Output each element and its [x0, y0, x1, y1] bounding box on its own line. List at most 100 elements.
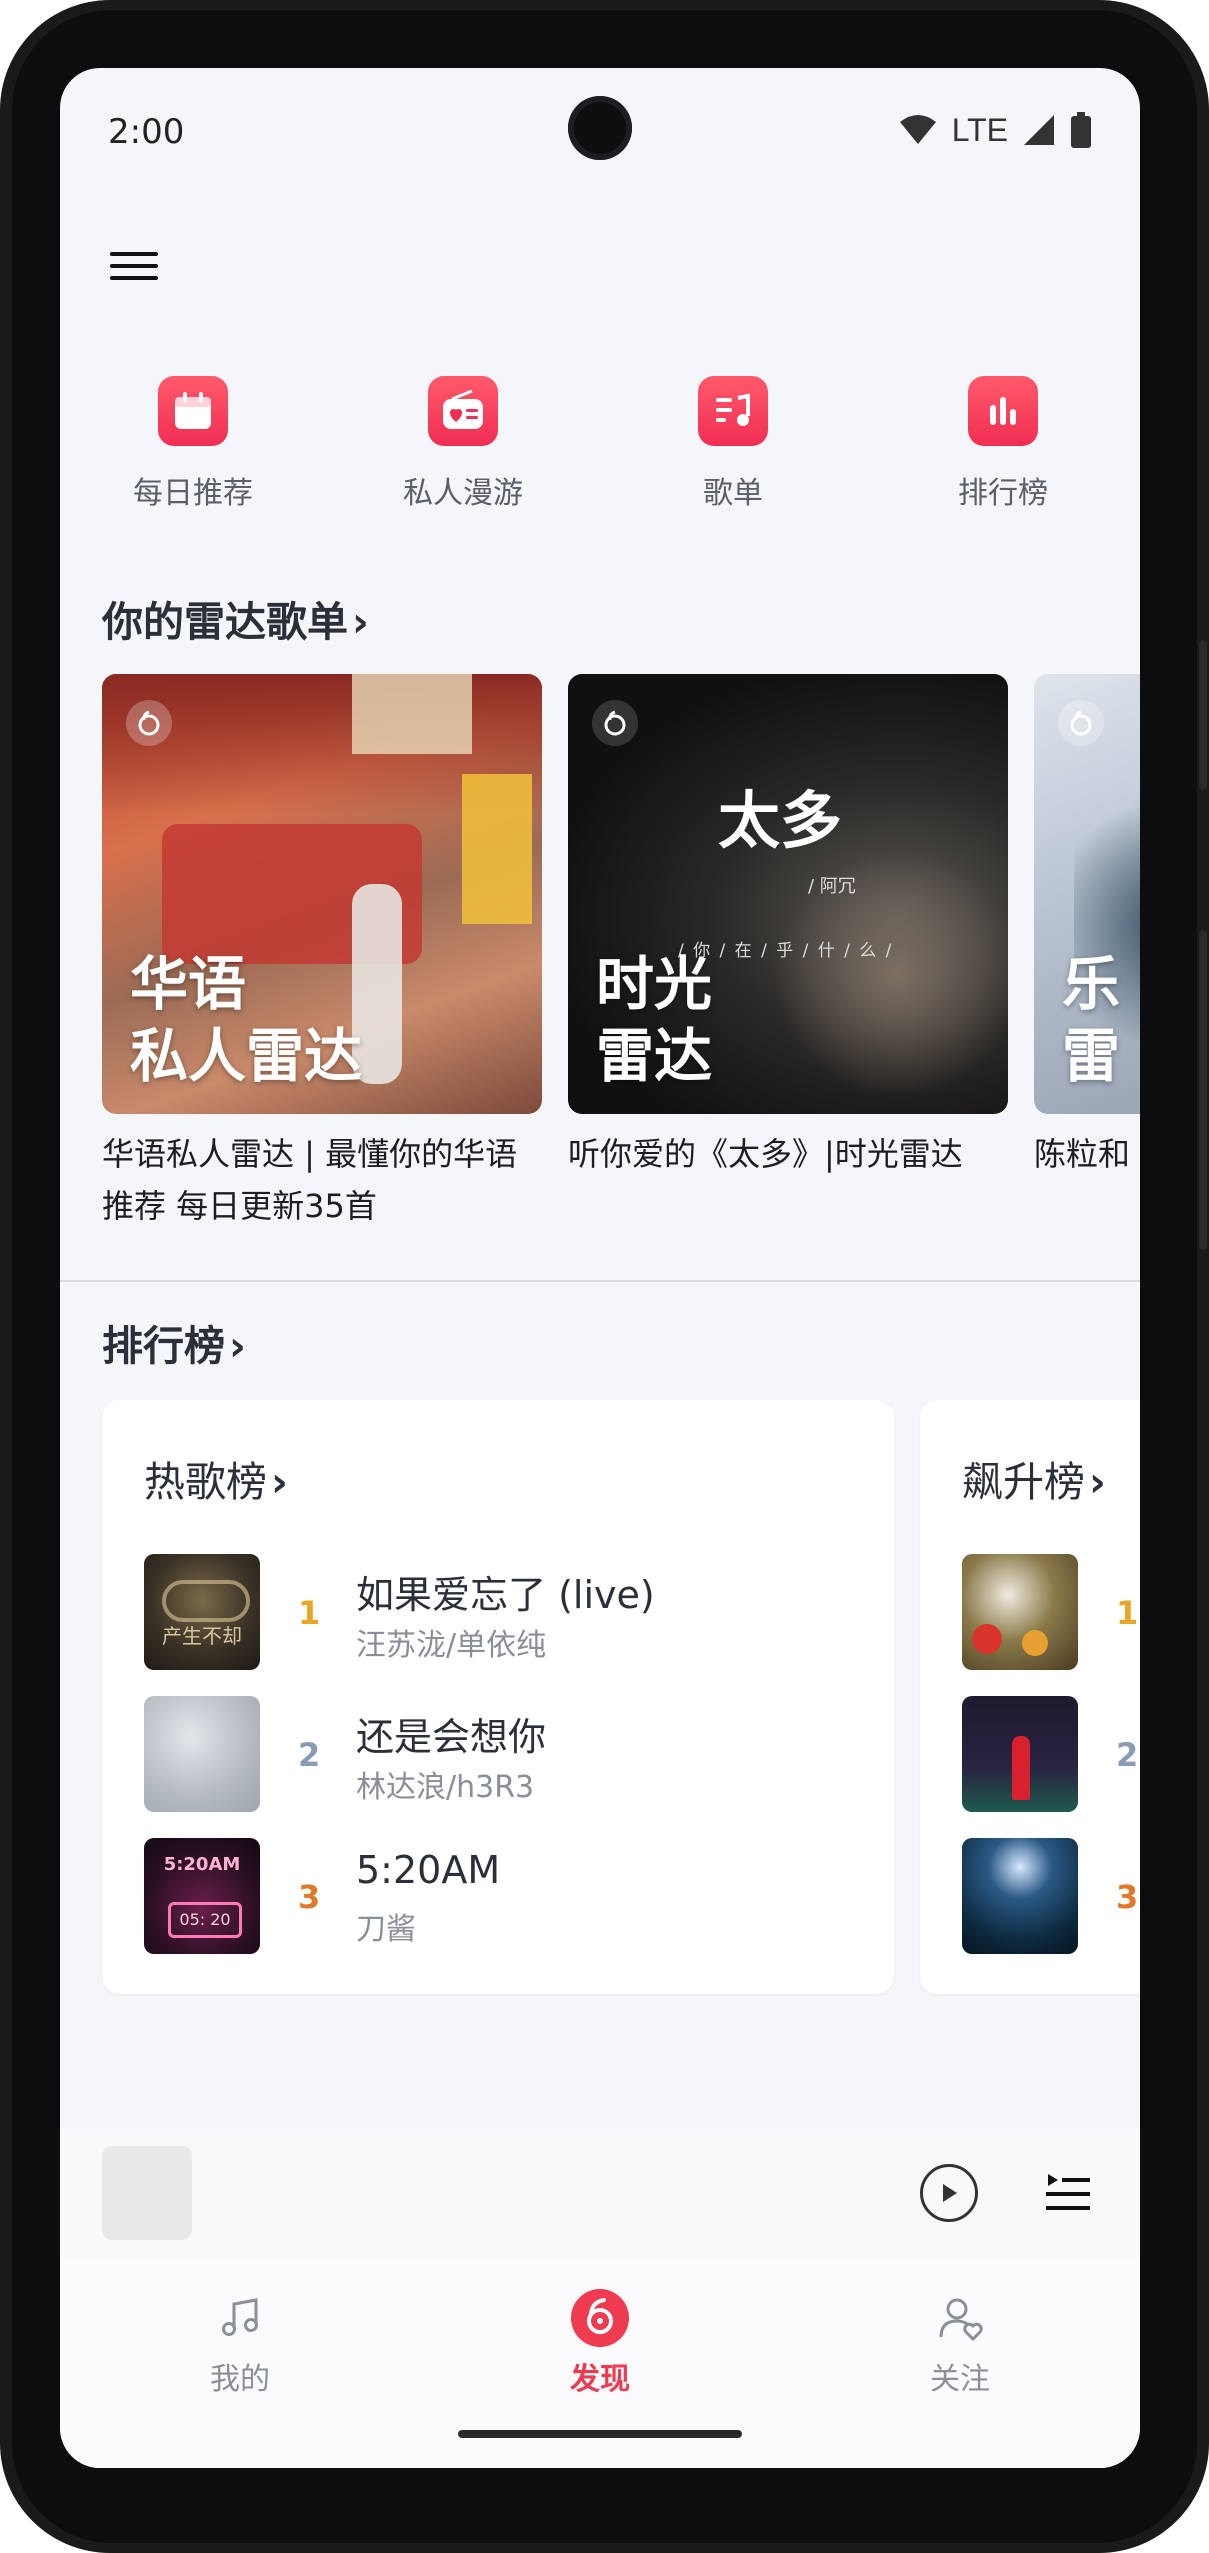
chart-board-rising[interactable]: 飙升榜› 1 2 3 [920, 1400, 1140, 1994]
tab-discover[interactable]: 发现 [500, 2286, 700, 2398]
overlay-line: 雷 [1062, 1022, 1121, 1090]
status-icons: LTE [898, 108, 1092, 152]
shortcut-label: 排行榜 [958, 476, 1048, 511]
board-title[interactable]: 热歌榜› [144, 1448, 288, 1508]
phone-frame: 2:00 LTE 每日推荐 私人漫游 歌单 排行榜 你的雷达歌单› 华语 私人雷… [0, 0, 1209, 2553]
song-artist: 汪苏泷/单依纯 [356, 1628, 547, 1663]
chevron-right-icon: › [271, 1458, 288, 1506]
shortcut-daily-recommend[interactable]: 每日推荐 [108, 376, 278, 512]
chevron-right-icon: › [229, 1322, 246, 1370]
overlay-line: 雷达 [596, 1022, 713, 1090]
shortcut-private-fm[interactable]: 私人漫游 [378, 376, 548, 512]
song-cover [962, 1554, 1078, 1670]
song-cover: 5:20AM 05: 20 [144, 1838, 260, 1954]
radar-overlay-text: 时光 雷达 [596, 948, 712, 1092]
radio-icon [428, 376, 498, 446]
song-title: 5:20AM [356, 1848, 501, 1892]
music-note-icon [208, 2286, 272, 2350]
song-rank: 3 [1116, 1878, 1139, 1916]
shortcut-charts[interactable]: 排行榜 [918, 376, 1088, 512]
art-subtitle: / 阿冗 [808, 876, 856, 897]
radar-overlay-text: 乐 雷 [1062, 948, 1120, 1092]
netease-logo-icon [1058, 700, 1104, 746]
radar-card-row: 华语 私人雷达 华语私人雷达 | 最懂你的华语推荐 每日更新35首 太多 / 阿… [102, 674, 1140, 1234]
shortcut-row: 每日推荐 私人漫游 歌单 排行榜 [60, 376, 1140, 536]
song-cover: 产生不却 [144, 1554, 260, 1670]
radar-description: 陈粒和 [1034, 1135, 1131, 1173]
power-button [1199, 640, 1207, 790]
radar-description: 听你爱的《太多》|时光雷达 [568, 1135, 963, 1173]
radar-card[interactable]: 华语 私人雷达 华语私人雷达 | 最懂你的华语推荐 每日更新35首 [102, 674, 542, 1232]
song-rank: 1 [298, 1594, 321, 1632]
board-title-text: 热歌榜 [144, 1458, 267, 1506]
song-row[interactable]: 2 还是会想你 林达浪/h3R3 [144, 1696, 864, 1812]
status-bar: 2:00 LTE [60, 68, 1140, 178]
tab-label: 发现 [570, 2362, 630, 2397]
shortcut-playlist[interactable]: 歌单 [648, 376, 818, 512]
playlist-queue-icon[interactable] [1040, 2166, 1096, 2222]
overlay-line: 私人雷达 [130, 1022, 363, 1090]
overlay-line: 华语 [130, 950, 247, 1018]
mini-player-cover[interactable] [102, 2146, 192, 2240]
song-row[interactable]: 2 [962, 1696, 1140, 1812]
chevron-right-icon: › [1089, 1458, 1106, 1506]
song-rank: 2 [1116, 1736, 1139, 1774]
overlay-line: 乐 [1062, 950, 1121, 1018]
tab-mine[interactable]: 我的 [140, 2286, 340, 2398]
play-icon[interactable] [920, 2164, 978, 2222]
song-cover [144, 1696, 260, 1812]
section-divider [60, 1280, 1140, 1282]
art-title: 太多 [718, 784, 843, 857]
radar-card[interactable]: 乐 雷 陈粒和 [1034, 674, 1140, 1180]
song-rank: 1 [1116, 1594, 1139, 1632]
calendar-icon [158, 376, 228, 446]
radar-overlay-text: 华语 私人雷达 [130, 948, 362, 1092]
radar-cover-image: 华语 私人雷达 [102, 674, 542, 1114]
menu-icon[interactable] [102, 236, 162, 296]
song-rank: 2 [298, 1736, 321, 1774]
song-row[interactable]: 5:20AM 05: 20 3 5:20AM 刀酱 [144, 1838, 864, 1954]
shortcut-label: 每日推荐 [133, 476, 253, 511]
front-camera [568, 96, 632, 160]
charts-title-text: 排行榜 [102, 1322, 225, 1370]
radar-section-title[interactable]: 你的雷达歌单› [102, 588, 369, 648]
tab-label: 关注 [930, 2362, 990, 2397]
chevron-right-icon: › [352, 598, 369, 646]
song-title: 如果爱忘了 (live) [356, 1573, 655, 1617]
volume-button [1199, 930, 1207, 1250]
playlist-icon [698, 376, 768, 446]
board-title[interactable]: 飙升榜› [962, 1448, 1106, 1508]
shortcut-label: 歌单 [703, 476, 763, 511]
mini-player[interactable] [60, 2128, 1140, 2258]
home-indicator[interactable] [458, 2430, 742, 2438]
tab-follow[interactable]: 关注 [860, 2286, 1060, 2398]
radar-description: 华语私人雷达 | 最懂你的华语推荐 每日更新35首 [102, 1135, 518, 1225]
song-row[interactable]: 产生不却 1 如果爱忘了 (live) 汪苏泷/单依纯 [144, 1554, 864, 1670]
chart-board-hot[interactable]: 热歌榜› 产生不却 1 如果爱忘了 (live) 汪苏泷/单依纯 2 还是会想你… [102, 1400, 894, 1994]
song-rank: 3 [298, 1878, 321, 1916]
charts-section-title[interactable]: 排行榜› [102, 1312, 246, 1372]
chart-icon [968, 376, 1038, 446]
status-time: 2:00 [108, 112, 185, 152]
song-row[interactable]: 3 [962, 1838, 1140, 1954]
screen: 2:00 LTE 每日推荐 私人漫游 歌单 排行榜 你的雷达歌单› 华语 私人雷… [60, 68, 1140, 2468]
radar-cover-image: 乐 雷 [1034, 674, 1140, 1114]
signal-icon [1024, 115, 1054, 145]
radar-title-text: 你的雷达歌单 [102, 598, 348, 646]
user-follow-icon [928, 2286, 992, 2350]
netease-logo-icon [592, 700, 638, 746]
battery-icon [1071, 112, 1091, 148]
radar-cover-image: 太多 / 阿冗 / 你 / 在 / 乎 / 什 / 么 / 时光 雷达 [568, 674, 1008, 1114]
song-artist: 林达浪/h3R3 [356, 1770, 535, 1805]
netease-logo-icon [126, 700, 172, 746]
overlay-line: 时光 [596, 950, 713, 1018]
song-row[interactable]: 1 [962, 1554, 1140, 1670]
radar-card[interactable]: 太多 / 阿冗 / 你 / 在 / 乎 / 什 / 么 / 时光 雷达 听你爱的… [568, 674, 1008, 1180]
song-artist: 刀酱 [356, 1912, 416, 1947]
song-title: 还是会想你 [356, 1715, 547, 1759]
shortcut-label: 私人漫游 [403, 476, 523, 511]
song-cover [962, 1696, 1078, 1812]
netease-logo-icon [568, 2286, 632, 2350]
tab-label: 我的 [210, 2362, 270, 2397]
song-cover [962, 1838, 1078, 1954]
